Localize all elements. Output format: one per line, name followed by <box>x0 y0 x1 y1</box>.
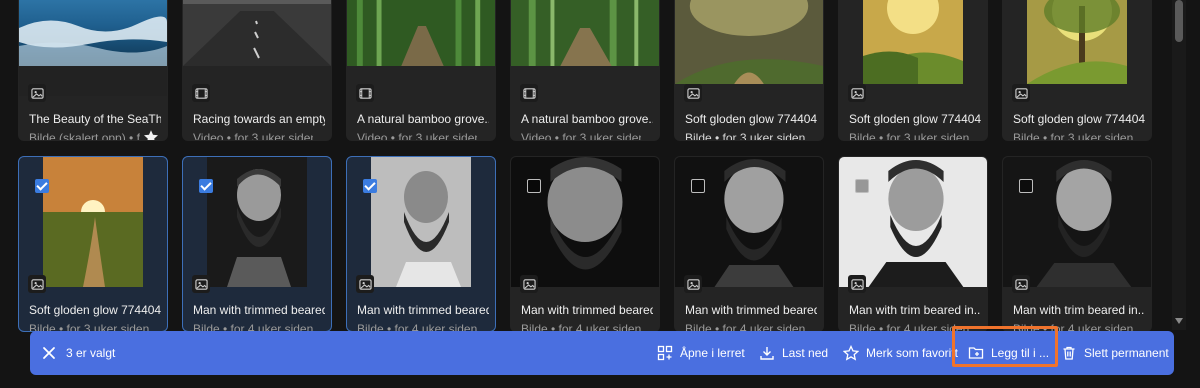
download-label: Last ned <box>782 346 829 360</box>
image-icon <box>520 275 538 293</box>
asset-title: A natural bamboo grove... <box>521 112 653 126</box>
thumbnail <box>183 157 331 287</box>
asset-meta: Bilde • for 3 uker siden <box>1013 131 1133 141</box>
close-icon[interactable] <box>42 346 56 360</box>
selection-count: 3 er valgt <box>66 346 116 360</box>
open-in-canvas-button[interactable]: Åpne i lerret <box>657 343 745 363</box>
vertical-scrollbar[interactable] <box>1172 0 1186 330</box>
delete-permanent-label: Slett permanent <box>1084 346 1169 360</box>
thumbnail <box>347 0 495 96</box>
download-icon <box>760 347 774 360</box>
asset-card-selected[interactable]: Man with trimmed beared... Bilde • for 4… <box>182 156 332 332</box>
asset-meta: Bilde (skalert opp) • f... <box>29 131 149 141</box>
delete-permanent-button[interactable]: Slett permanent <box>1061 343 1169 363</box>
asset-title: Man with trimmed beared... <box>685 303 817 317</box>
asset-card-selected[interactable]: Soft gloden glow 7744042... Bilde • for … <box>18 156 168 332</box>
mark-favorite-label: Merk som favoritt <box>866 346 959 360</box>
focus-highlight <box>952 326 1058 367</box>
select-checkbox[interactable] <box>527 179 541 193</box>
asset-meta: Bilde • for 3 uker siden <box>849 131 969 141</box>
asset-card[interactable]: Man with trim beared in... Bilde • for 4… <box>838 156 988 332</box>
asset-meta: Video • for 3 uker siden <box>521 131 641 141</box>
image-icon <box>1012 275 1030 293</box>
asset-title: The Beauty of the SeaThe... <box>29 112 161 126</box>
thumbnail <box>1003 157 1151 287</box>
asset-meta: Video • for 3 uker siden <box>193 131 313 141</box>
asset-card[interactable]: A natural bamboo grove... Video • for 3 … <box>510 0 660 141</box>
select-checkbox[interactable] <box>1019 179 1033 193</box>
image-icon <box>848 275 866 293</box>
asset-card[interactable]: Racing towards an empty... Video • for 3… <box>182 0 332 141</box>
star-outline-icon <box>843 345 859 361</box>
image-icon <box>28 275 46 293</box>
star-icon[interactable] <box>143 129 159 140</box>
select-checkbox[interactable] <box>855 179 869 193</box>
select-checkbox[interactable] <box>691 179 705 193</box>
trash-icon <box>1063 346 1075 360</box>
thumbnail <box>511 157 659 287</box>
select-checkbox[interactable] <box>363 179 377 193</box>
thumbnail <box>675 0 823 96</box>
thumbnail <box>183 0 331 96</box>
asset-card[interactable]: Soft gloden glow 7744042... Bilde • for … <box>1002 0 1152 141</box>
asset-title: Soft gloden glow 7744042... <box>849 112 981 126</box>
asset-meta: Bilde • for 3 uker siden <box>685 131 805 141</box>
select-checkbox[interactable] <box>199 179 213 193</box>
image-icon <box>28 84 46 102</box>
selection-action-bar: 3 er valgt Åpne i lerret Last ned Merk s… <box>30 326 1174 375</box>
asset-card[interactable]: A natural bamboo grove... Video • for 3 … <box>346 0 496 141</box>
select-checkbox[interactable] <box>35 179 49 193</box>
asset-title: Soft gloden glow 7744042... <box>29 303 161 317</box>
thumbnail <box>839 0 987 96</box>
thumbnail <box>511 0 659 96</box>
image-icon <box>684 84 702 102</box>
asset-card[interactable]: Man with trim beared in... Bilde • for 4… <box>1002 156 1152 332</box>
image-icon <box>192 275 210 293</box>
asset-title: Man with trim beared in... <box>1013 303 1145 317</box>
image-icon <box>1012 84 1030 102</box>
mark-favorite-button[interactable]: Merk som favoritt <box>843 343 958 363</box>
asset-card[interactable]: Man with trimmed beared... Bilde • for 4… <box>510 156 660 332</box>
asset-title: Soft gloden glow 7744042... <box>685 112 817 126</box>
thumbnail <box>839 157 987 287</box>
image-icon <box>848 84 866 102</box>
image-icon <box>684 275 702 293</box>
asset-title: A natural bamboo grove... <box>357 112 489 126</box>
thumbnail <box>675 157 823 287</box>
thumbnail <box>347 157 495 287</box>
video-icon <box>192 84 210 102</box>
asset-card[interactable]: Soft gloden glow 7744042... Bilde • for … <box>838 0 988 141</box>
asset-title: Man with trimmed beared... <box>521 303 653 317</box>
canvas-icon <box>657 345 673 361</box>
image-icon <box>356 275 374 293</box>
thumbnail <box>19 157 167 287</box>
asset-title: Man with trimmed beared... <box>193 303 325 317</box>
asset-card[interactable]: Man with trimmed beared... Bilde • for 4… <box>674 156 824 332</box>
asset-meta: Video • for 3 uker siden <box>357 131 477 141</box>
asset-card[interactable]: The Beauty of the SeaThe... Bilde (skale… <box>18 0 168 141</box>
asset-card[interactable]: Soft gloden glow 7744042... Bilde • for … <box>674 0 824 141</box>
thumbnail <box>1003 0 1151 96</box>
open-in-canvas-label: Åpne i lerret <box>680 346 745 360</box>
asset-title: Soft gloden glow 7744042... <box>1013 112 1145 126</box>
scroll-down-arrow-icon[interactable] <box>1175 318 1183 324</box>
video-icon <box>356 84 374 102</box>
scrollbar-thumb[interactable] <box>1175 0 1183 42</box>
download-button[interactable]: Last ned <box>759 343 828 363</box>
asset-title: Man with trimmed beared... <box>357 303 489 317</box>
asset-title: Man with trim beared in... <box>849 303 981 317</box>
asset-card-selected[interactable]: Man with trimmed beared... Bilde • for 4… <box>346 156 496 332</box>
thumbnail <box>19 0 167 96</box>
asset-title: Racing towards an empty... <box>193 112 325 126</box>
video-icon <box>520 84 538 102</box>
